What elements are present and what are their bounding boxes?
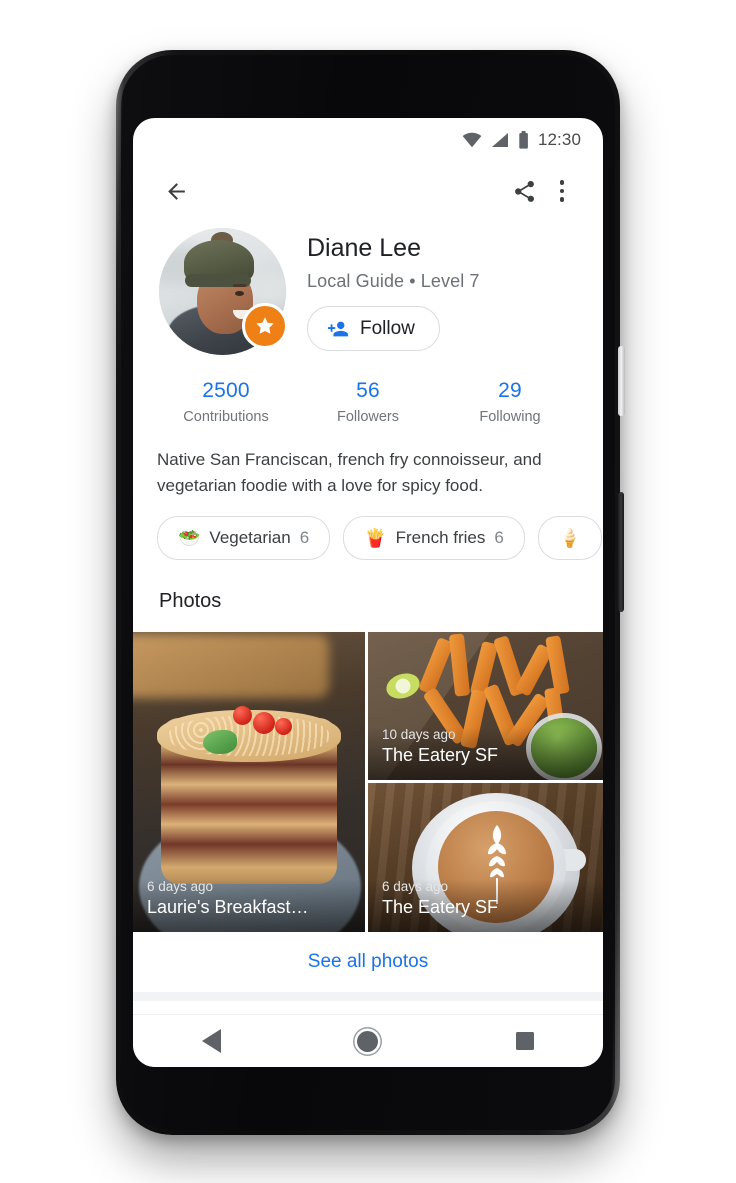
interest-chips-row[interactable]: 🥗 Vegetarian 6 🍟 French fries 6 🍦 bbox=[133, 516, 603, 560]
nav-back-icon bbox=[201, 1029, 221, 1053]
avatar-wrapper[interactable] bbox=[159, 228, 288, 355]
chip-count: 6 bbox=[299, 528, 310, 547]
overflow-menu-icon bbox=[559, 180, 565, 202]
chip-label: Vegetarian bbox=[209, 528, 291, 547]
volume-rocker-button[interactable] bbox=[618, 492, 624, 612]
back-button[interactable] bbox=[157, 172, 195, 210]
photo-tile-sweet-potato-fries[interactable]: 10 days ago The Eatery SF bbox=[368, 632, 603, 780]
ice-cream-icon: 🍦 bbox=[558, 528, 582, 548]
nav-recents-button[interactable] bbox=[495, 1015, 555, 1067]
follow-button-label: Follow bbox=[360, 317, 415, 339]
photo-mint-leaf bbox=[203, 730, 237, 754]
share-button[interactable] bbox=[505, 172, 543, 210]
photo-grid-right-column: 10 days ago The Eatery SF 6 days ago The… bbox=[368, 632, 603, 932]
photos-section-title: Photos bbox=[159, 590, 222, 612]
photo-tile-pancakes[interactable]: 6 days ago Laurie's Breakfast… bbox=[133, 632, 365, 932]
wifi-icon bbox=[462, 132, 482, 148]
section-divider bbox=[133, 992, 603, 1001]
photo-cutting-board bbox=[133, 634, 329, 698]
stat-value: 2500 bbox=[202, 379, 250, 402]
overflow-menu-button[interactable] bbox=[543, 172, 581, 210]
photo-berry bbox=[275, 718, 292, 735]
status-bar: 12:30 bbox=[133, 118, 603, 162]
local-guide-star-badge bbox=[242, 303, 288, 349]
avatar-eyebrow bbox=[233, 284, 246, 287]
phone-device: 12:30 Diane Lee Local Guide • Level 7 Fo… bbox=[116, 50, 625, 1135]
photo-place: The Eatery SF bbox=[382, 745, 499, 765]
local-guide-level: Local Guide • Level 7 bbox=[307, 271, 480, 291]
cellular-signal-icon bbox=[491, 133, 508, 147]
photo-tile-latte[interactable]: 6 days ago The Eatery SF bbox=[368, 783, 603, 932]
app-bar bbox=[133, 162, 603, 220]
nav-recents-icon bbox=[515, 1032, 534, 1050]
stat-label: Followers bbox=[336, 409, 400, 425]
page-title: Diane Lee bbox=[307, 234, 421, 262]
nav-home-icon bbox=[357, 1030, 379, 1052]
chip-count: 6 bbox=[494, 528, 504, 547]
salad-icon: 🥗 bbox=[178, 528, 201, 548]
follow-button[interactable]: Follow bbox=[307, 306, 440, 351]
stat-value: 56 bbox=[356, 379, 380, 402]
photo-date: 10 days ago bbox=[382, 727, 456, 742]
stat-value: 29 bbox=[498, 379, 522, 402]
avatar-eye bbox=[235, 291, 244, 296]
photo-grid: 6 days ago Laurie's Breakfast… 10 days a… bbox=[133, 632, 603, 932]
chip-ice-cream[interactable]: 🍦 bbox=[537, 516, 603, 560]
stat-following[interactable]: 29 Following bbox=[439, 379, 581, 425]
photo-place: Laurie's Breakfast… bbox=[147, 897, 309, 917]
see-all-photos-label: See all photos bbox=[307, 951, 429, 972]
photo-caption: 6 days ago The Eatery SF bbox=[368, 879, 603, 932]
photo-caption: 6 days ago Laurie's Breakfast… bbox=[133, 879, 365, 932]
chip-label: French fries bbox=[395, 528, 486, 547]
battery-icon bbox=[519, 131, 528, 149]
profile-text-block: Diane Lee Local Guide • Level 7 Follow bbox=[286, 228, 480, 355]
nav-back-button[interactable] bbox=[181, 1015, 241, 1067]
chip-vegetarian[interactable]: 🥗 Vegetarian 6 bbox=[157, 516, 331, 560]
back-arrow-icon bbox=[167, 182, 185, 200]
star-icon bbox=[256, 317, 274, 334]
power-button[interactable] bbox=[618, 346, 625, 416]
photo-berry bbox=[233, 706, 252, 725]
stat-label: Following bbox=[479, 409, 541, 425]
chip-french-fries[interactable]: 🍟 French fries 6 bbox=[343, 516, 525, 560]
photo-place: The Eatery SF bbox=[382, 897, 499, 917]
profile-bio: Native San Franciscan, french fry connoi… bbox=[157, 450, 542, 495]
photo-caption: 10 days ago The Eatery SF bbox=[368, 727, 603, 780]
status-bar-clock: 12:30 bbox=[537, 130, 581, 149]
french-fries-icon: 🍟 bbox=[364, 528, 387, 548]
stat-contributions[interactable]: 2500 Contributions bbox=[155, 379, 297, 425]
photo-date: 6 days ago bbox=[147, 879, 214, 894]
photo-berry bbox=[253, 712, 275, 734]
stats-row: 2500 Contributions 56 Followers 29 Follo… bbox=[133, 379, 603, 425]
phone-screen: 12:30 Diane Lee Local Guide • Level 7 Fo… bbox=[133, 118, 603, 1067]
stat-followers[interactable]: 56 Followers bbox=[297, 379, 439, 425]
stat-label: Contributions bbox=[183, 409, 269, 425]
share-icon bbox=[514, 180, 534, 202]
photo-date: 6 days ago bbox=[382, 879, 449, 894]
profile-header: Diane Lee Local Guide • Level 7 Follow bbox=[133, 220, 603, 355]
android-navigation-bar bbox=[133, 1014, 603, 1067]
see-all-photos-button[interactable]: See all photos bbox=[133, 932, 603, 992]
person-add-icon bbox=[327, 321, 349, 336]
nav-home-button[interactable] bbox=[338, 1015, 398, 1067]
